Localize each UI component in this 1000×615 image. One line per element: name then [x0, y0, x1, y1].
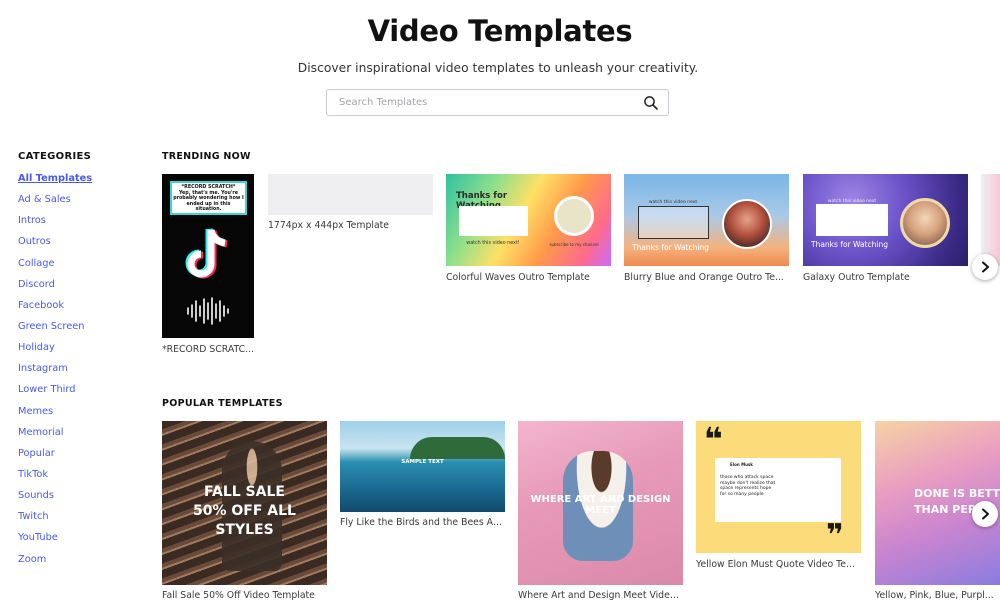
- template-thumbnail: FALL SALE 50% OFF ALL STYLES: [162, 421, 327, 585]
- chevron-right-icon: [982, 508, 989, 520]
- sidebar-item-all-templates[interactable]: All Templates: [18, 172, 138, 193]
- avatar-circle: [554, 196, 594, 236]
- template-thumbnail: *RECORD SCRATCH* Yep, that's me. You're …: [162, 174, 254, 338]
- thumb-title: FALL SALE 50% OFF ALL STYLES: [193, 484, 296, 538]
- sidebar-item-memes[interactable]: Memes: [18, 405, 138, 426]
- template-caption: Yellow Elon Must Quote Video Te...: [696, 559, 855, 570]
- template-caption: *RECORD SCRATC...: [162, 344, 254, 355]
- template-thumbnail: [268, 174, 433, 215]
- tweet-author: Elon Musk: [730, 462, 753, 467]
- partial-template-card[interactable]: [981, 174, 1000, 266]
- video-placeholder-box: [816, 204, 888, 236]
- template-thumbnail: watch this video next Thanks for Watchin…: [803, 174, 968, 266]
- sidebar-item-instagram[interactable]: Instagram: [18, 362, 138, 383]
- template-caption: Blurry Blue and Orange Outro Te...: [624, 272, 784, 283]
- template-caption: Fly Like the Birds and the Bees Ae...: [340, 517, 505, 528]
- search-icon[interactable]: [643, 95, 659, 111]
- template-card[interactable]: Thanks for Watching watch this video nex…: [446, 174, 611, 286]
- sidebar-item-memorial[interactable]: Memorial: [18, 426, 138, 447]
- categories-list: All Templates Ad & Sales Intros Outros C…: [18, 172, 138, 574]
- search-input[interactable]: [327, 90, 627, 115]
- trending-next-button[interactable]: [972, 254, 998, 280]
- template-card[interactable]: SAMPLE TEXT Fly Like the Birds and the B…: [340, 421, 505, 533]
- thumb-small-text-2: subscribe to my channel: [549, 242, 599, 247]
- quote-mark-icon: ❞: [826, 518, 844, 553]
- record-scratch-text: *RECORD SCRATCH* Yep, that's me. You're …: [173, 185, 244, 213]
- template-thumbnail: Thanks for Watching watch this video nex…: [446, 174, 611, 266]
- thumb-title: WHERE ART AND DESIGN MEET: [530, 494, 671, 516]
- avatar-circle: [900, 198, 950, 248]
- sidebar-item-ad-sales[interactable]: Ad & Sales: [18, 193, 138, 214]
- thumb-small-text: watch this video next: [648, 200, 698, 205]
- tweet-card: Elon Musk those who attack space maybe d…: [715, 458, 841, 522]
- template-card[interactable]: watch this video next Thanks for Watchin…: [624, 174, 789, 286]
- template-card[interactable]: WHERE ART AND DESIGN MEET Where Art and …: [518, 421, 683, 606]
- sidebar-item-intros[interactable]: Intros: [18, 214, 138, 235]
- thumb-title: Thanks for Watching: [632, 243, 709, 252]
- video-placeholder-box: [459, 206, 528, 236]
- page-subtitle: Discover inspirational video templates t…: [297, 61, 699, 75]
- sidebar-item-popular[interactable]: Popular: [18, 447, 138, 468]
- search-box[interactable]: [326, 89, 669, 116]
- sidebar-item-discord[interactable]: Discord: [18, 278, 138, 299]
- island-shape: [410, 437, 505, 459]
- template-caption: Yellow, Pink, Blue, Purpl...: [875, 590, 994, 601]
- template-thumbnail: WHERE ART AND DESIGN MEET: [518, 421, 683, 585]
- template-caption: 1774px x 444px Template: [268, 220, 389, 231]
- sidebar-item-youtube[interactable]: YouTube: [18, 531, 138, 552]
- waveform-icon: [187, 297, 229, 325]
- sidebar-item-green-screen[interactable]: Green Screen: [18, 320, 138, 341]
- template-card[interactable]: 1774px x 444px Template: [268, 174, 433, 234]
- video-placeholder-box: [638, 206, 709, 239]
- popular-section-title: POPULAR TEMPLATES: [162, 398, 283, 409]
- chevron-right-icon: [982, 261, 989, 273]
- template-caption: Fall Sale 50% Off Video Template: [162, 590, 315, 601]
- trending-section-title: TRENDING NOW: [162, 151, 251, 162]
- thumb-small-text: watch this video next!: [466, 241, 520, 246]
- template-thumbnail: ❝ Elon Musk those who attack space maybe…: [696, 421, 861, 553]
- sidebar-item-facebook[interactable]: Facebook: [18, 299, 138, 320]
- template-caption: Where Art and Design Meet Video...: [518, 590, 683, 601]
- sidebar-item-outros[interactable]: Outros: [18, 235, 138, 256]
- template-thumbnail: SAMPLE TEXT: [340, 421, 505, 512]
- categories-heading: CATEGORIES: [18, 151, 92, 162]
- template-caption: Galaxy Outro Template: [803, 272, 910, 283]
- sidebar-item-holiday[interactable]: Holiday: [18, 341, 138, 362]
- quote-mark-icon: ❝: [704, 421, 723, 458]
- tweet-text: those who attack space maybe don't reali…: [720, 475, 776, 497]
- template-card[interactable]: watch this video next Thanks for Watchin…: [803, 174, 968, 286]
- template-card[interactable]: *RECORD SCRATCH* Yep, that's me. You're …: [162, 174, 255, 356]
- thumb-title: Thanks for Watching: [811, 240, 888, 249]
- template-caption: Colorful Waves Outro Template: [446, 272, 590, 283]
- sidebar-item-lower-third[interactable]: Lower Third: [18, 383, 138, 404]
- sidebar-item-sounds[interactable]: Sounds: [18, 489, 138, 510]
- sidebar-item-zoom[interactable]: Zoom: [18, 553, 138, 574]
- template-thumbnail: watch this video next Thanks for Watchin…: [624, 174, 789, 266]
- template-card[interactable]: FALL SALE 50% OFF ALL STYLES Fall Sale 5…: [162, 421, 327, 606]
- template-card[interactable]: ❝ Elon Musk those who attack space maybe…: [696, 421, 861, 573]
- sidebar-item-twitch[interactable]: Twitch: [18, 510, 138, 531]
- categories-sidebar: CATEGORIES All Templates Ad & Sales Intr…: [18, 151, 138, 574]
- popular-next-button[interactable]: [972, 501, 998, 527]
- tiktok-logo-icon: [185, 228, 228, 279]
- avatar-circle: [722, 199, 772, 249]
- sidebar-item-collage[interactable]: Collage: [18, 257, 138, 278]
- page-title: Video Templates: [367, 14, 633, 48]
- template-thumbnail: [981, 174, 1000, 266]
- sidebar-item-tiktok[interactable]: TikTok: [18, 468, 138, 489]
- record-scratch-caption-box: *RECORD SCRATCH* Yep, that's me. You're …: [170, 181, 247, 215]
- thumb-title: SAMPLE TEXT: [401, 459, 444, 465]
